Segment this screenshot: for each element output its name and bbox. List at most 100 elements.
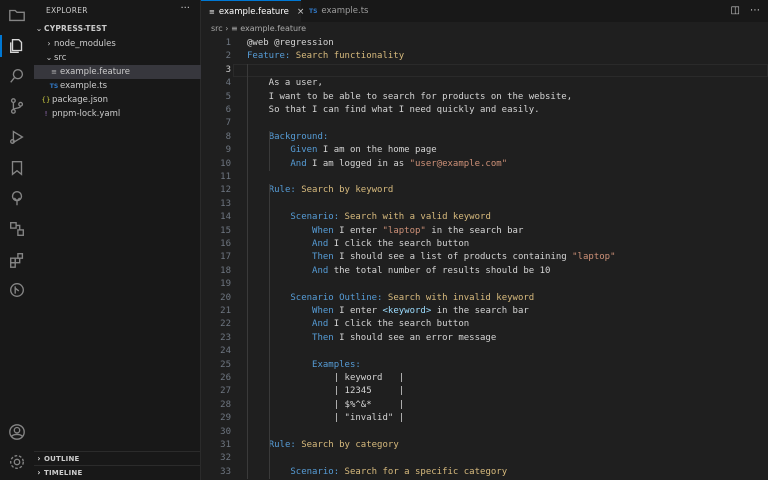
tab-example-feature[interactable]: ≡ example.feature × [201, 0, 304, 22]
code-line[interactable]: 28 | $%^&* | [201, 399, 768, 412]
line-number: 9 [225, 145, 231, 156]
code-line[interactable]: 18 And the total number of results shoul… [201, 265, 768, 278]
code-line[interactable]: 30 [201, 426, 768, 439]
code-line[interactable]: 4 As a user, [201, 77, 768, 90]
code-token: Scenario Outline: [290, 292, 383, 303]
code-token: <keyword> [382, 306, 432, 316]
tree-icon[interactable] [7, 188, 27, 208]
code-line[interactable]: 24 [201, 345, 768, 358]
code-line[interactable]: 10 And I am logged in as "user@example.c… [201, 158, 768, 171]
line-number: 24 [220, 346, 231, 357]
yaml-file-icon: ! [44, 110, 48, 118]
code-line[interactable]: 9 Given I am on the home page [201, 144, 768, 157]
code-token: Rule: [268, 440, 296, 450]
line-code: And I click the search button [247, 238, 469, 251]
code-line[interactable]: 29 | "invalid" | [201, 412, 768, 425]
tree-item-pnpm-lock[interactable]: ! pnpm-lock.yaml [34, 107, 206, 121]
code-token: Search with a valid keyword [339, 212, 491, 223]
code-line[interactable]: 26 | keyword | [201, 372, 768, 385]
line-number: 29 [220, 413, 231, 424]
source-control-icon[interactable] [7, 96, 27, 116]
code-editor[interactable]: 1 @web @regression 2 Feature: Search functi… [201, 36, 768, 480]
search-icon[interactable] [7, 66, 27, 86]
more-actions-icon[interactable]: ··· [180, 3, 190, 14]
settings-gear-icon[interactable] [7, 452, 27, 472]
code-token: I enter [333, 306, 383, 316]
code-line[interactable]: 11 [201, 171, 768, 184]
remote-explorer-icon[interactable] [7, 219, 27, 239]
breadcrumb-src[interactable]: src [211, 24, 223, 33]
code-token: I want to be able to search for products… [247, 91, 573, 102]
code-token: in the search bar [425, 225, 524, 236]
code-token: I enter [333, 225, 383, 236]
line-code: So that I can find what I need quickly a… [247, 104, 540, 117]
ts-file-icon: TS [49, 83, 59, 90]
code-token: | 12345 | [247, 386, 405, 397]
tab-example-ts[interactable]: TS example.ts [301, 0, 381, 22]
split-editor-icon[interactable]: ◫ [731, 5, 740, 16]
code-token: I should see a list of products containi… [333, 252, 573, 263]
code-token: Feature: [247, 51, 291, 62]
project-root[interactable]: ⌄ CYPRESS-TEST [34, 22, 200, 36]
line-code: Then I should see an error message [247, 332, 496, 345]
more-actions-icon[interactable]: ⋯ [750, 5, 760, 16]
git-graph-icon[interactable] [7, 280, 27, 300]
code-line[interactable]: 32 [201, 452, 768, 465]
tree-item-example-feature[interactable]: ≡ example.feature [34, 65, 214, 79]
code-line[interactable]: 25 Examples: [201, 359, 768, 372]
code-line[interactable]: 20 Scenario Outline: Search with invalid… [201, 292, 768, 305]
account-icon[interactable] [7, 422, 27, 442]
code-line[interactable]: 21 When I enter <keyword> in the search … [201, 305, 768, 318]
breadcrumb-file[interactable]: example.feature [240, 24, 306, 33]
code-line[interactable]: 14 Scenario: Search with a valid keyword [201, 211, 768, 224]
ts-file-icon: TS [309, 8, 318, 15]
code-line[interactable]: 31 Rule: Search by category [201, 439, 768, 452]
code-line[interactable]: 16 And I click the search button [201, 238, 768, 251]
code-line[interactable]: 13 [201, 198, 768, 211]
timeline-panel-header[interactable]: › TIMELINE [34, 465, 200, 480]
code-line[interactable]: 3 [201, 63, 768, 78]
code-line[interactable]: 7 [201, 117, 768, 130]
run-debug-icon[interactable] [7, 127, 27, 147]
line-number: 15 [220, 225, 231, 236]
code-token: in the search bar [431, 306, 529, 316]
extensions-icon[interactable] [7, 250, 27, 270]
tree-item-package-json[interactable]: {} package.json [34, 93, 206, 107]
code-line[interactable]: 22 And I click the search button [201, 318, 768, 331]
code-line[interactable]: 8 Background: [201, 131, 768, 144]
code-line[interactable]: 17 Then I should see a list of products … [201, 251, 768, 264]
code-line[interactable]: 33 Scenario: Search for a specific categ… [201, 466, 768, 479]
code-line[interactable]: 5 I want to be able to search for produc… [201, 91, 768, 104]
tree-item-example-ts[interactable]: TS example.ts [34, 79, 214, 93]
code-line[interactable]: 2 Feature: Search functionality [201, 50, 768, 63]
line-code: And I am logged in as "user@example.com" [247, 158, 507, 171]
explorer-files-icon[interactable] [7, 36, 27, 56]
bookmark-icon[interactable] [7, 158, 27, 178]
code-line[interactable]: 6 So that I can find what I need quickly… [201, 104, 768, 117]
code-line[interactable]: 27 | 12345 | [201, 385, 768, 398]
tree-item-src[interactable]: ⌄ src [34, 51, 210, 65]
code-token: So that I can find what I need quickly a… [247, 105, 540, 115]
current-line-highlight [233, 63, 768, 78]
activity-bar [0, 0, 35, 480]
line-code: Given I am on the home page [247, 144, 436, 157]
feature-file-icon: ≡ [230, 24, 238, 33]
chevron-right-icon: › [47, 39, 51, 48]
code-line[interactable]: 12 Rule: Search by keyword [201, 184, 768, 197]
code-line[interactable]: 15 When I enter "laptop" in the search b… [201, 225, 768, 238]
code-token: Scenario: [290, 212, 340, 223]
code-line[interactable]: 19 [201, 278, 768, 291]
outline-panel-header[interactable]: › OUTLINE [34, 451, 200, 466]
tree-item-node-modules[interactable]: › node_modules [34, 37, 210, 51]
menu-folder-icon[interactable] [7, 5, 27, 25]
line-number: 8 [225, 131, 231, 142]
code-line[interactable]: 23 Then I should see an error message [201, 332, 768, 345]
line-number: 31 [220, 440, 231, 450]
breadcrumb-separator-icon: › [225, 24, 229, 33]
code-line[interactable]: 1 @web @regression [201, 37, 768, 50]
line-number: 12 [220, 185, 231, 196]
